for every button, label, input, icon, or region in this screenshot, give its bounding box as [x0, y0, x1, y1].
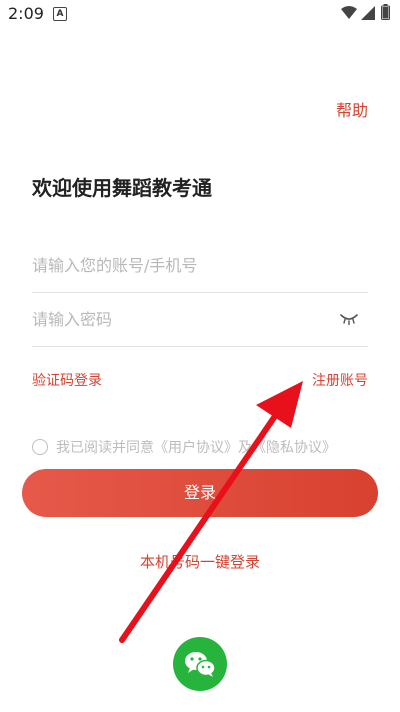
eye-closed-icon[interactable] — [340, 312, 358, 326]
agreement-prefix: 我已阅读并同意 — [56, 440, 154, 456]
one-click-login-link[interactable]: 本机号码一键登录 — [0, 551, 400, 572]
help-link[interactable]: 帮助 — [336, 97, 368, 121]
account-field — [32, 238, 368, 293]
page-title: 欢迎使用舞蹈教考通 — [32, 176, 212, 200]
status-bar: 2:09 A — [0, 0, 400, 28]
signal-icon — [361, 6, 375, 20]
agreement-and: 及 — [238, 440, 252, 456]
agreement-row: 我已阅读并同意《用户协议》及《隐私协议》 — [32, 437, 336, 457]
password-input[interactable] — [32, 292, 332, 346]
agreement-radio[interactable] — [32, 439, 48, 455]
battery-icon — [381, 4, 390, 20]
password-field — [32, 292, 368, 347]
login-button[interactable]: 登录 — [22, 469, 378, 517]
register-link[interactable]: 注册账号 — [312, 370, 368, 390]
wechat-icon — [185, 652, 216, 677]
wifi-icon — [341, 6, 357, 19]
status-time: 2:09 — [8, 4, 44, 23]
notification-a-icon: A — [53, 7, 67, 21]
wechat-login-button[interactable] — [173, 637, 227, 691]
account-input[interactable] — [32, 238, 332, 292]
code-login-link[interactable]: 验证码登录 — [32, 370, 102, 390]
privacy-agreement-link[interactable]: 《隐私协议》 — [252, 440, 336, 456]
user-agreement-link[interactable]: 《用户协议》 — [154, 440, 238, 456]
